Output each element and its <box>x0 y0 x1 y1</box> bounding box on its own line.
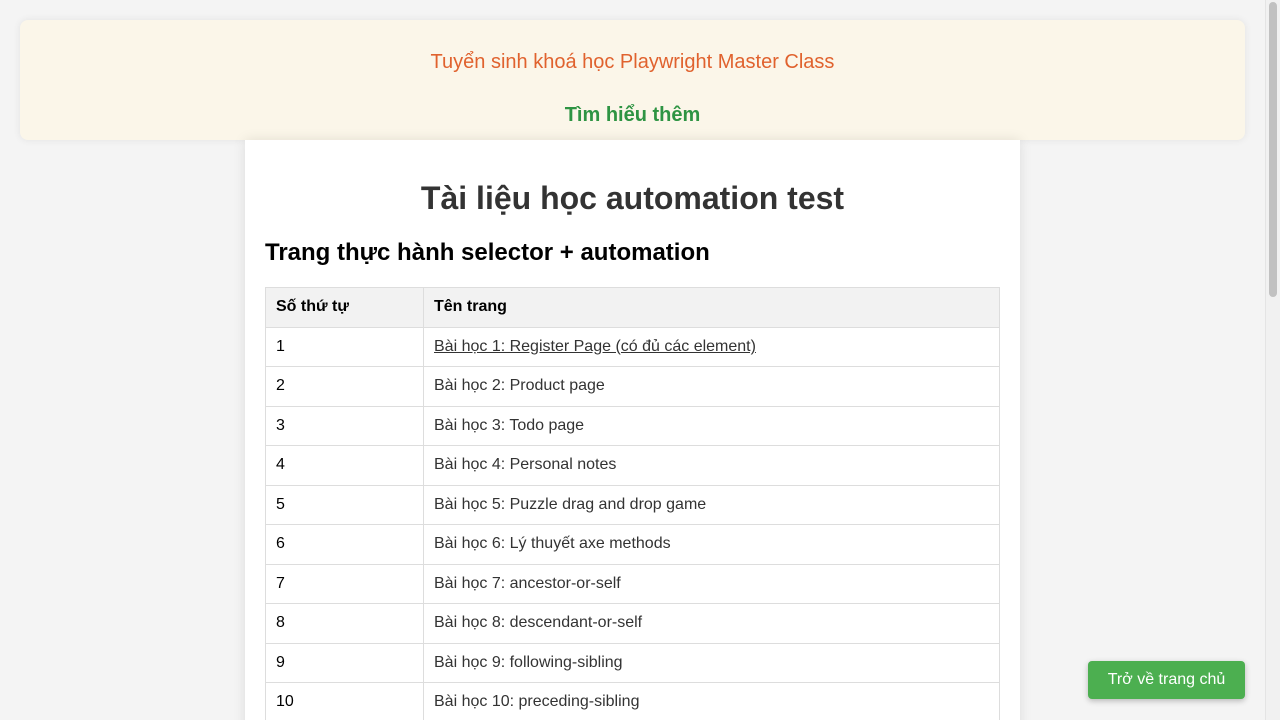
table-row: 4 Bài học 4: Personal notes <box>265 445 1000 486</box>
table-row: 8 Bài học 8: descendant-or-self <box>265 603 1000 644</box>
lesson-index-cell: 5 <box>265 484 424 525</box>
lessons-table-body: 1 Bài học 1: Register Page (có đủ các ele… <box>265 326 1000 720</box>
table-header-row: Số thứ tự Tên trang <box>265 287 1000 328</box>
lesson-index-cell: 7 <box>265 563 424 604</box>
lesson-name-cell: Bài học 10: preceding-sibling <box>423 682 1000 720</box>
lesson-index-cell: 6 <box>265 524 424 565</box>
table-row: 9 Bài học 9: following-sibling <box>265 642 1000 683</box>
table-row: 5 Bài học 5: Puzzle drag and drop game <box>265 484 1000 525</box>
lesson-link[interactable]: Bài học 1: Register Page (có đủ các elem… <box>434 338 756 355</box>
lesson-index-cell: 3 <box>265 405 424 446</box>
table-row: 1 Bài học 1: Register Page (có đủ các ele… <box>265 326 1000 367</box>
lesson-name-cell: Bài học 1: Register Page (có đủ các elem… <box>423 326 1000 367</box>
table-row: 6 Bài học 6: Lý thuyết axe methods <box>265 524 1000 565</box>
table-row: 10 Bài học 10: preceding-sibling <box>265 682 1000 720</box>
page-viewport: Tuyển sinh khoá học Playwright Master Cl… <box>0 0 1280 720</box>
lesson-name-cell: Bài học 4: Personal notes <box>423 445 1000 486</box>
column-header-page-name: Tên trang <box>423 287 1000 328</box>
lesson-name-cell: Bài học 3: Todo page <box>423 405 1000 446</box>
table-row: 2 Bài học 2: Product page <box>265 366 1000 407</box>
main-content-card: Tài liệu học automation test Trang thực … <box>245 140 1020 720</box>
lesson-name-cell: Bài học 5: Puzzle drag and drop game <box>423 484 1000 525</box>
vertical-scrollbar[interactable] <box>1265 0 1280 720</box>
lesson-index-cell: 2 <box>265 366 424 407</box>
table-row: 3 Bài học 3: Todo page <box>265 405 1000 446</box>
lesson-index-cell: 8 <box>265 603 424 644</box>
back-to-home-button[interactable]: Trở về trang chủ <box>1088 661 1245 699</box>
column-header-index: Số thứ tự <box>265 287 424 328</box>
scrollbar-thumb[interactable] <box>1269 2 1277 297</box>
lesson-index-cell: 9 <box>265 642 424 683</box>
lesson-index-cell: 1 <box>265 326 424 367</box>
learn-more-link[interactable]: Tìm hiểu thêm <box>20 104 1245 127</box>
promo-title: Tuyển sinh khoá học Playwright Master Cl… <box>430 51 835 73</box>
lesson-name-cell: Bài học 2: Product page <box>423 366 1000 407</box>
lessons-table: Số thứ tự Tên trang 1 Bài học 1: Register… <box>265 287 1000 720</box>
table-row: 7 Bài học 7: ancestor-or-self <box>265 563 1000 604</box>
section-title: Trang thực hành selector + automation <box>265 239 710 266</box>
lesson-index-cell: 4 <box>265 445 424 486</box>
promo-banner: Tuyển sinh khoá học Playwright Master Cl… <box>20 20 1245 140</box>
lesson-name-cell: Bài học 6: Lý thuyết axe methods <box>423 524 1000 565</box>
lesson-index-cell: 10 <box>265 682 424 720</box>
lesson-name-cell: Bài học 9: following-sibling <box>423 642 1000 683</box>
lesson-name-cell: Bài học 8: descendant-or-self <box>423 603 1000 644</box>
lesson-name-cell: Bài học 7: ancestor-or-self <box>423 563 1000 604</box>
page-title: Tài liệu học automation test <box>420 180 845 216</box>
